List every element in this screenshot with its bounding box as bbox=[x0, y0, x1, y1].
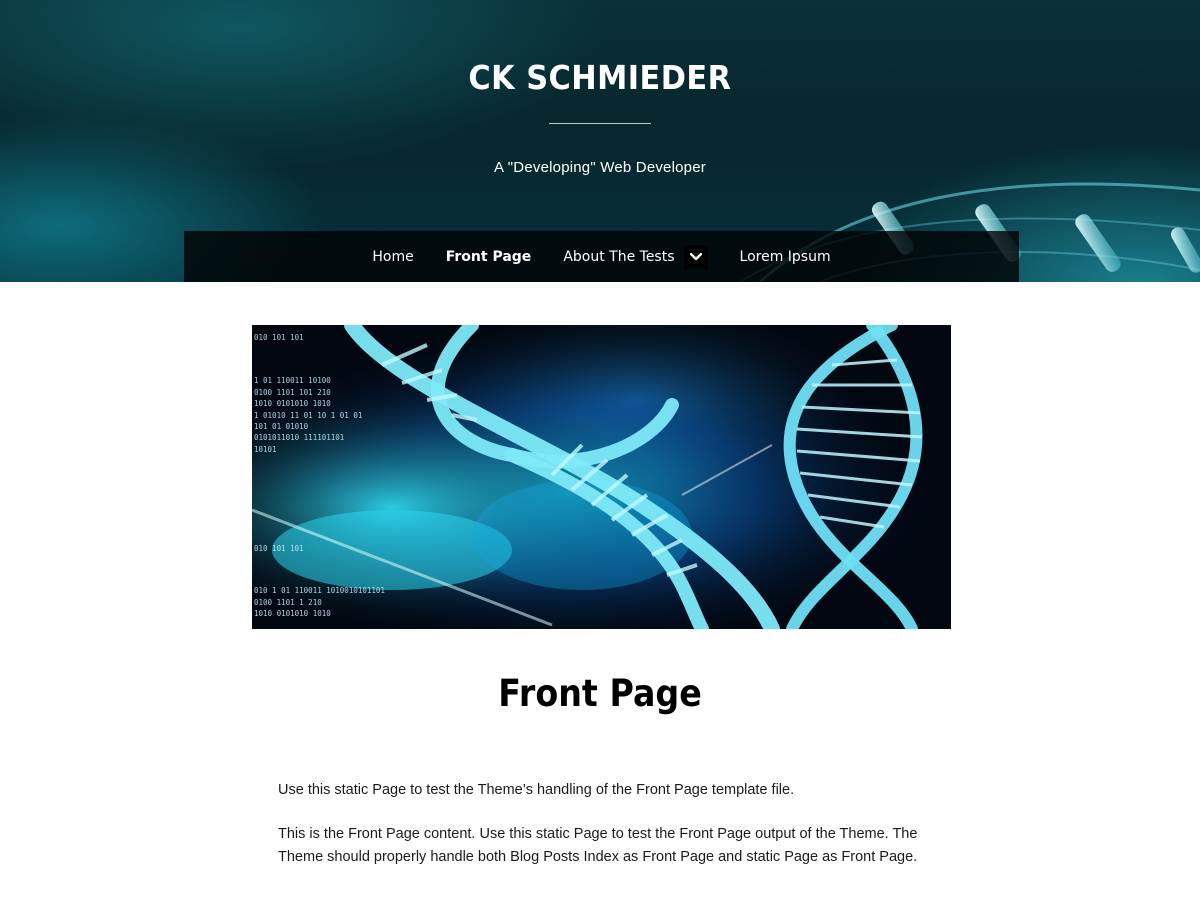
site-header: CK SCHMIEDER A "Developing" Web Develope… bbox=[0, 0, 1200, 282]
nav-item-label: Front Page bbox=[445, 248, 532, 265]
site-title-link[interactable]: CK SCHMIEDER bbox=[468, 58, 731, 97]
nav-item-label: Lorem Ipsum bbox=[739, 248, 831, 265]
binary-text: 0100 1101 101 210 bbox=[254, 388, 331, 397]
binary-text: 010 101 101 bbox=[254, 544, 304, 553]
featured-image: 010 101 101 1 01 110011 10100 0100 1101 … bbox=[252, 325, 951, 629]
site-branding: CK SCHMIEDER A "Developing" Web Develope… bbox=[0, 0, 1200, 176]
binary-text: 0100 1101 1 210 bbox=[254, 598, 322, 607]
binary-text: 0101011010 111101101 bbox=[254, 433, 344, 442]
page-title-text: Front Page bbox=[498, 672, 702, 715]
nav-item-lorem-ipsum[interactable]: Lorem Ipsum bbox=[740, 249, 831, 265]
title-divider bbox=[549, 123, 651, 124]
submenu-toggle-button[interactable] bbox=[683, 244, 708, 269]
content-paragraph: Use this static Page to test the Theme’s… bbox=[278, 782, 795, 798]
nav-item-about-the-tests[interactable]: About The Tests bbox=[563, 244, 708, 269]
binary-text: 010 1 01 110011 1010010101101 bbox=[254, 586, 385, 595]
primary-navigation: Home Front Page About The Tests Lorem Ip… bbox=[184, 231, 1019, 282]
page-content: Use this static Page to test the Theme’s… bbox=[278, 779, 938, 890]
nav-item-label: Home bbox=[372, 248, 414, 265]
nav-item-front-page[interactable]: Front Page bbox=[446, 249, 532, 265]
binary-text: 10101 bbox=[254, 445, 277, 454]
page-title: Front Page bbox=[0, 672, 1200, 715]
content-paragraph: This is the Front Page content. Use this… bbox=[278, 826, 918, 865]
binary-text: 010 101 101 bbox=[254, 333, 304, 342]
binary-text: 1 01010 11 01 10 1 01 01 bbox=[254, 411, 362, 420]
nav-item-home[interactable]: Home bbox=[372, 249, 413, 265]
binary-text: 1010 0101010 1010 bbox=[254, 609, 331, 618]
chevron-down-icon bbox=[689, 252, 702, 260]
nav-item-label: About The Tests bbox=[563, 248, 675, 265]
dna-helix-image: 010 101 101 1 01 110011 10100 0100 1101 … bbox=[252, 325, 951, 629]
site-tagline: A "Developing" Web Developer bbox=[494, 159, 706, 176]
binary-text: 101 01 01010 bbox=[254, 422, 309, 431]
binary-text: 1 01 110011 10100 bbox=[254, 376, 331, 385]
binary-text: 1010 0101010 1010 bbox=[254, 399, 331, 408]
